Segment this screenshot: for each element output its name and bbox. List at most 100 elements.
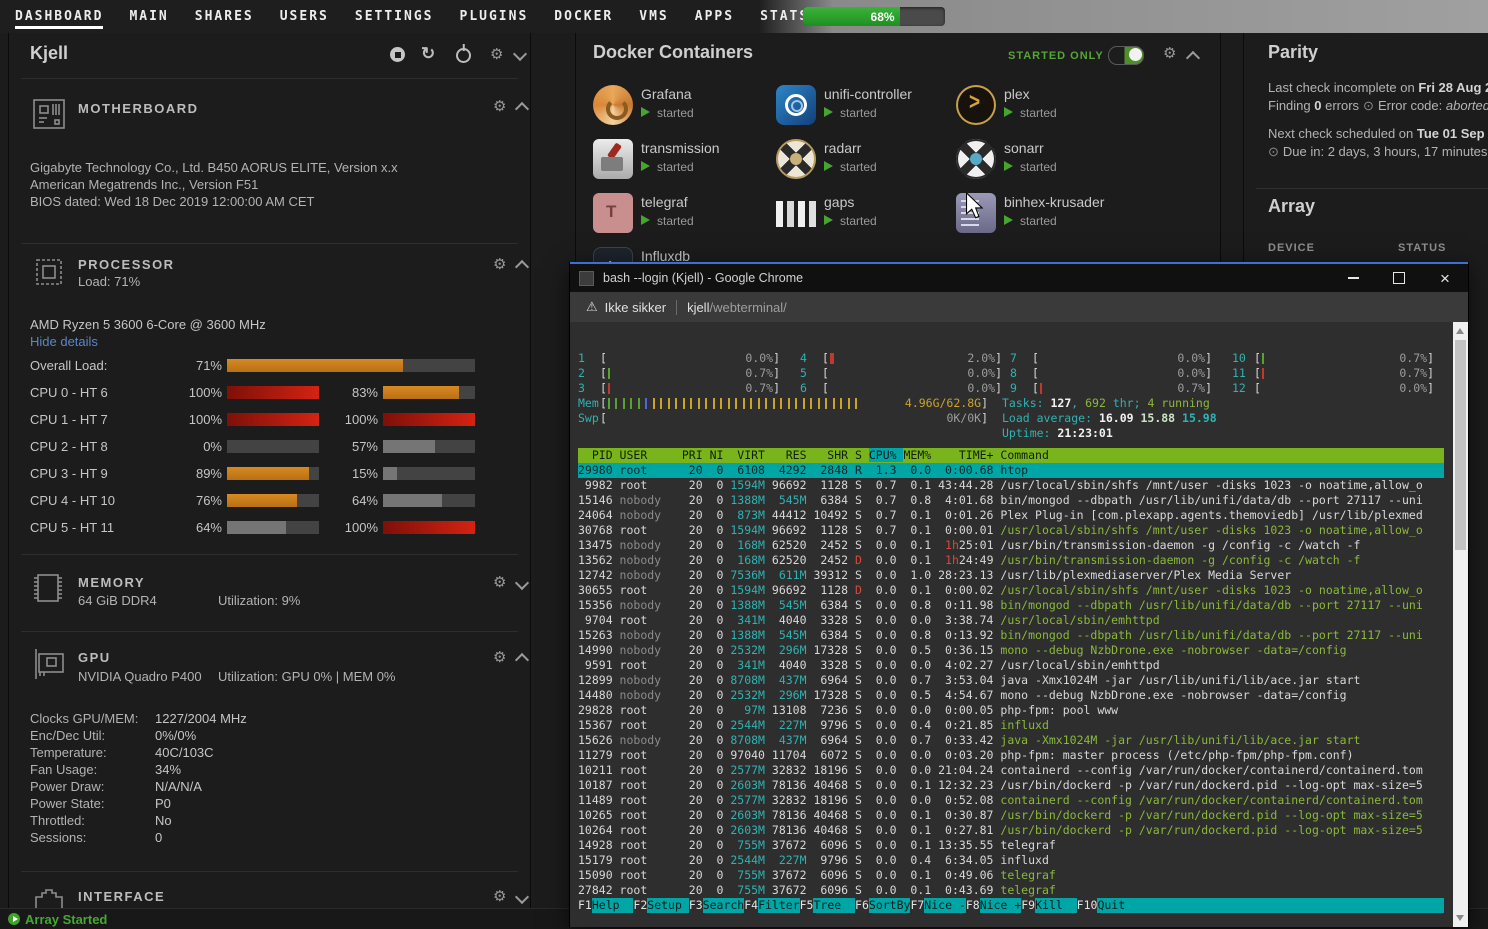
gear-icon[interactable]: ⚙ bbox=[493, 889, 506, 904]
gear-icon[interactable]: ⚙ bbox=[490, 47, 503, 62]
chevron-up-icon[interactable] bbox=[514, 101, 530, 117]
gear-icon[interactable]: ⚙ bbox=[493, 575, 506, 590]
mem-tick bbox=[675, 398, 678, 409]
container-name[interactable]: sonarr bbox=[1004, 140, 1044, 156]
array-col-device: DEVICE bbox=[1268, 242, 1315, 254]
container-name[interactable]: radarr bbox=[824, 140, 861, 156]
table-row: 15179 root 20 0 2544M 227M 9796 S 0.0 0.… bbox=[578, 853, 1049, 867]
record-icon[interactable] bbox=[390, 47, 405, 62]
container-name[interactable]: transmission bbox=[641, 140, 720, 156]
nav-item-plugins[interactable]: PLUGINS bbox=[447, 0, 542, 33]
chevron-up-icon[interactable] bbox=[514, 652, 530, 668]
hide-details-link[interactable]: Hide details bbox=[30, 334, 98, 349]
swp-value: 0K/0K bbox=[946, 411, 982, 425]
url-host[interactable]: kjell bbox=[687, 300, 709, 315]
nav-item-settings[interactable]: SETTINGS bbox=[342, 0, 447, 33]
nav-item-users[interactable]: USERS bbox=[267, 0, 342, 33]
nav-item-vms[interactable]: VMS bbox=[626, 0, 681, 33]
load-part: 16.09 bbox=[1098, 411, 1141, 425]
parity-progress-fill: 68% bbox=[803, 7, 900, 26]
array-started-icon bbox=[8, 913, 20, 925]
mem-tick bbox=[652, 398, 655, 409]
started-only-toggle[interactable] bbox=[1108, 46, 1144, 65]
meter-number: 7 bbox=[1010, 351, 1017, 365]
url-path[interactable]: /webterminal/ bbox=[709, 300, 786, 315]
window-title-bar[interactable]: bash --login (Kjell) - Google Chrome × bbox=[570, 264, 1468, 292]
container-status: started bbox=[641, 214, 694, 228]
cpu-bar-fill bbox=[383, 440, 436, 453]
grafana-icon[interactable] bbox=[593, 85, 633, 125]
scroll-up-arrow[interactable] bbox=[1456, 328, 1464, 334]
gear-icon[interactable]: ⚙ bbox=[1163, 46, 1176, 61]
fkey-f7: F7 bbox=[910, 898, 925, 912]
maximize-button[interactable] bbox=[1376, 264, 1422, 292]
tasks-part: ; bbox=[1133, 396, 1148, 410]
not-secure-label[interactable]: Ikke sikker bbox=[605, 300, 666, 315]
meter-bracket: ] bbox=[773, 351, 780, 365]
gaps-icon[interactable] bbox=[776, 201, 816, 227]
chevron-down-icon[interactable] bbox=[512, 46, 528, 62]
meter-bar bbox=[607, 383, 610, 394]
cpu-core-pct: 0% bbox=[203, 439, 222, 454]
container-name[interactable]: binhex-krusader bbox=[1004, 194, 1104, 210]
motherboard-line: BIOS dated: Wed 18 Dec 2019 12:00:00 AM … bbox=[30, 194, 315, 209]
nav-item-shares[interactable]: SHARES bbox=[182, 0, 267, 33]
gear-icon[interactable]: ⚙ bbox=[493, 650, 506, 665]
gear-icon[interactable]: ⚙ bbox=[493, 257, 506, 272]
chevron-down-icon[interactable] bbox=[514, 575, 530, 591]
transmission-icon[interactable] bbox=[593, 139, 633, 179]
meter-bracket: ] bbox=[981, 396, 988, 410]
container-name[interactable]: unifi-controller bbox=[824, 86, 912, 102]
meter-gauge bbox=[1039, 383, 1176, 394]
cpu-core-pct: 89% bbox=[195, 466, 222, 481]
gpu-stat-value: 34% bbox=[155, 762, 182, 777]
nav-item-main[interactable]: MAIN bbox=[116, 0, 181, 33]
terminal-scrollbar[interactable] bbox=[1453, 322, 1468, 927]
unifi-icon[interactable] bbox=[776, 85, 816, 125]
not-secure-icon[interactable]: ⚠ bbox=[586, 299, 598, 315]
fkey-f3: F3 bbox=[688, 898, 703, 912]
sonarr-icon[interactable] bbox=[956, 139, 996, 179]
chevron-up-icon[interactable] bbox=[1185, 50, 1201, 66]
container-name[interactable]: telegraf bbox=[641, 194, 688, 210]
table-row: 10265 root 20 0 2603M 78136 40468 S 0.0 … bbox=[578, 808, 1423, 822]
container-name[interactable]: Grafana bbox=[641, 86, 692, 102]
address-bar[interactable]: ⚠ Ikke sikker kjell/webterminal/ bbox=[570, 292, 1468, 322]
table-row: 10264 root 20 0 2603M 78136 40468 S 0.0 … bbox=[578, 823, 1423, 837]
minimize-button[interactable] bbox=[1330, 264, 1376, 292]
cpu-core-pct: 64% bbox=[195, 520, 222, 535]
close-button[interactable]: × bbox=[1422, 264, 1468, 292]
mem-tick bbox=[855, 398, 858, 409]
table-row: 15263 nobody 20 0 1388M 545M 6384 S 0.0 … bbox=[578, 628, 1423, 642]
overall-load-label: Overall Load: bbox=[30, 358, 108, 373]
plex-icon[interactable] bbox=[956, 85, 996, 125]
radarr-icon[interactable] bbox=[776, 139, 816, 179]
telegraf-icon[interactable] bbox=[593, 193, 633, 233]
mem-tick bbox=[607, 398, 610, 409]
scrollbar-thumb[interactable] bbox=[1455, 340, 1466, 550]
terminal-htop[interactable]: 1 [0.0%] 2 [0.7%] 3 [0.7%] 4 [2.0%] 5 [0.0%] 6 [0.… bbox=[578, 351, 1444, 913]
container-name[interactable]: gaps bbox=[824, 194, 854, 210]
nav-item-apps[interactable]: APPS bbox=[682, 0, 747, 33]
fkey-f6: F6 bbox=[855, 898, 869, 912]
chevron-down-icon[interactable] bbox=[514, 889, 530, 905]
scroll-down-arrow[interactable] bbox=[1456, 915, 1464, 921]
fkey-label: Nice + bbox=[979, 898, 1022, 913]
cpu-bar bbox=[383, 494, 475, 507]
window-title: bash --login (Kjell) - Google Chrome bbox=[603, 271, 804, 285]
gear-icon[interactable]: ⚙ bbox=[493, 99, 506, 114]
table-row: 9704 root 20 0 341M 4040 3328 S 0.0 0.0 … bbox=[578, 613, 1160, 627]
power-icon[interactable] bbox=[456, 48, 471, 63]
nav-item-docker[interactable]: DOCKER bbox=[541, 0, 626, 33]
cpu-bar bbox=[383, 413, 475, 426]
cpu-meters-7-9: 7 [0.0%] 8 [0.0%] 9 [0.7%] bbox=[1010, 351, 1212, 396]
container-name[interactable]: plex bbox=[1004, 86, 1030, 102]
parity-due-in: ⊙ Due in: 2 days, 3 hours, 17 minutes bbox=[1268, 144, 1488, 159]
krusader-icon[interactable] bbox=[956, 193, 996, 233]
uptime-part: Uptime: bbox=[1002, 426, 1058, 440]
nav-item-dashboard[interactable]: DASHBOARD bbox=[2, 0, 116, 33]
refresh-icon[interactable]: ↻ bbox=[421, 45, 435, 62]
cpu-model: AMD Ryzen 5 3600 6-Core @ 3600 MHz bbox=[30, 317, 266, 332]
container-status: started bbox=[1004, 160, 1057, 174]
chevron-up-icon[interactable] bbox=[514, 259, 530, 275]
